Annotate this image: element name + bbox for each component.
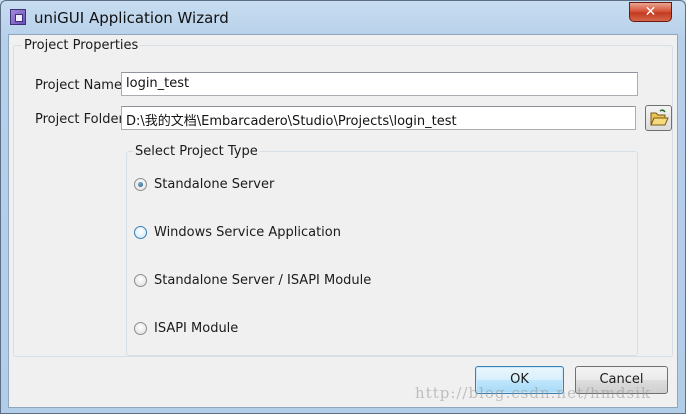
dialog-body: Project Properties Project Name login_te… [8,34,678,408]
app-icon [10,9,26,25]
close-icon: ✕ [644,4,657,20]
radio-button[interactable] [134,226,147,239]
project-folder-input[interactable]: D:\我的文档\Embarcadero\Studio\Projects\logi… [121,106,636,130]
radio-button[interactable] [134,322,147,335]
window-title: uniGUI Application Wizard [34,9,229,27]
radio-label: Windows Service Application [154,225,341,240]
browse-folder-button[interactable] [645,105,672,131]
radio-label: Standalone Server / ISAPI Module [154,273,372,288]
radio-label: Standalone Server [154,177,275,192]
project-type-legend: Select Project Type [133,144,260,159]
folder-open-icon [650,109,669,126]
project-type-group: Select Project Type Standalone Server Wi… [126,144,638,356]
project-name-input[interactable]: login_test [121,72,638,96]
radio-button[interactable] [134,274,147,287]
project-properties-group: Project Properties Project Name login_te… [13,38,673,357]
project-properties-legend: Project Properties [22,38,141,53]
project-folder-label: Project Folder [35,112,124,127]
radio-label: ISAPI Module [154,321,239,336]
project-name-label: Project Name [35,78,122,93]
close-button[interactable]: ✕ [629,2,672,22]
watermark-text: http://blog.csdn.net/hmdsik [415,384,652,402]
dialog-window: uniGUI Application Wizard ✕ Project Prop… [0,0,686,414]
title-bar[interactable]: uniGUI Application Wizard ✕ [1,1,685,35]
radio-button-checked[interactable] [134,178,147,191]
